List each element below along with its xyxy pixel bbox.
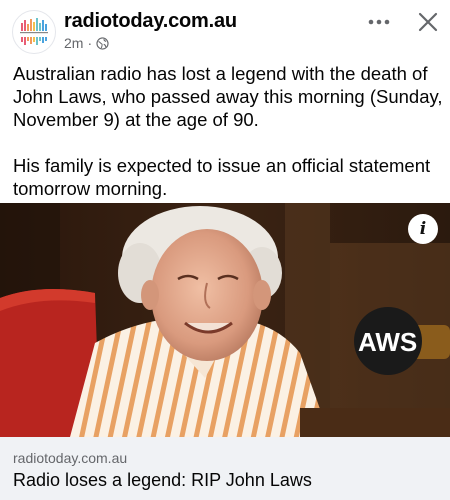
mic-badge-text: AWS [358,327,417,357]
post-header: radiotoday.com.au 2m · [0,0,450,60]
more-horizontal-icon [368,19,390,25]
radiotoday-logo-icon [20,18,48,45]
meta-separator: · [87,35,93,51]
more-options-button[interactable] [364,10,394,34]
page-avatar[interactable] [12,10,56,54]
link-card[interactable]: radiotoday.com.au Radio loses a legend: … [0,437,450,500]
globe-icon [96,36,109,50]
post-meta: 2m · [64,35,109,51]
link-preview-image[interactable]: AWS [0,203,450,437]
info-icon: i [419,219,427,239]
link-domain: radiotoday.com.au [13,450,128,466]
close-icon [418,12,438,32]
post-timestamp[interactable]: 2m [64,35,83,51]
link-title[interactable]: Radio loses a legend: RIP John Laws [13,470,312,491]
john-laws-photo: AWS [0,203,450,437]
info-button[interactable]: i [408,214,438,244]
post-paragraph: His family is expected to issue an offic… [13,155,431,199]
post-paragraph: Australian radio has lost a legend with … [13,63,443,130]
post-body: Australian radio has lost a legend with … [13,62,443,223]
page-name[interactable]: radiotoday.com.au [64,10,237,33]
close-button[interactable] [414,8,442,36]
